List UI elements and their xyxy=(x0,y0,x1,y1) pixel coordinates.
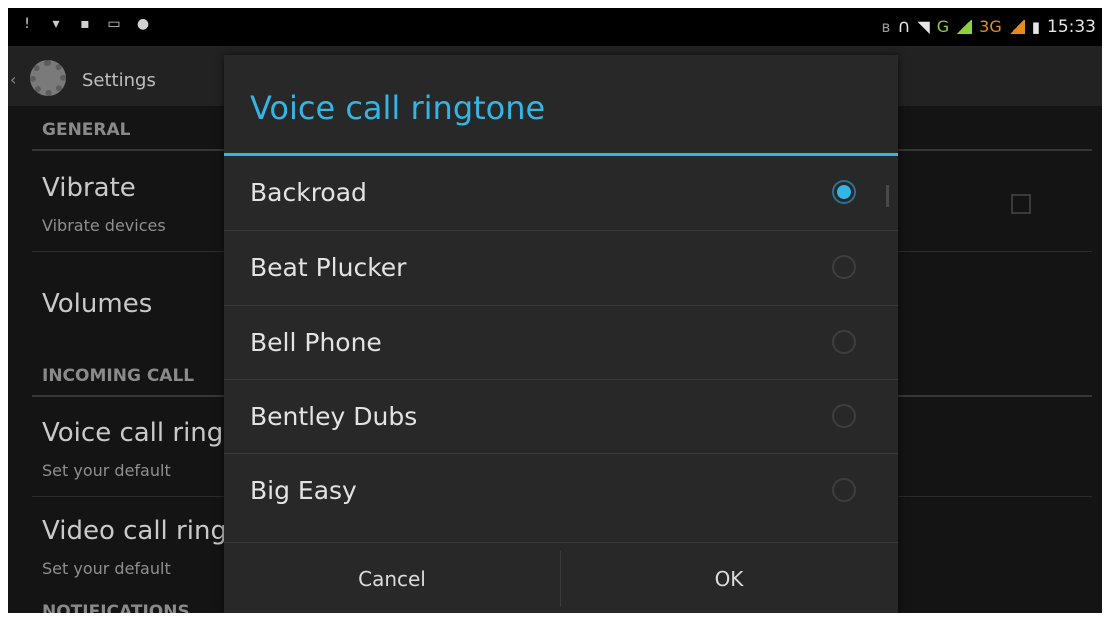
section-header-notifications: NOTIFICATIONS xyxy=(42,602,190,613)
radio-selected-icon[interactable] xyxy=(832,180,856,204)
ringtone-option-label: Bell Phone xyxy=(250,328,382,357)
lock-icon: ▪ xyxy=(80,16,90,32)
vibrate-checkbox[interactable] xyxy=(1011,194,1031,214)
ringtone-option-label: Bentley Dubs xyxy=(250,402,418,431)
network-3g-label: 3G xyxy=(979,17,1002,36)
status-bar: ! ▾ ▪ ▭ ● ʙ ∩ ◥ G 3G ▮ 15:33 xyxy=(8,8,1102,46)
battery-icon: ▮ xyxy=(1031,17,1040,36)
signal-3g-icon xyxy=(1008,19,1025,34)
ringtone-option[interactable]: Beat Plucker xyxy=(224,231,898,305)
status-time: 15:33 xyxy=(1047,16,1096,37)
dialog-title: Voice call ringtone xyxy=(250,89,546,127)
device-screen: ! ▾ ▪ ▭ ● ʙ ∩ ◥ G 3G ▮ 15:33 ‹ Settings … xyxy=(8,8,1102,613)
wifi-icon: ▾ xyxy=(52,16,60,32)
ringtone-option[interactable]: Bentley Dubs xyxy=(224,380,898,454)
signal-g-icon xyxy=(956,19,973,34)
radio-unselected-icon[interactable] xyxy=(832,404,856,428)
ringtone-option[interactable]: Bell Phone xyxy=(224,306,898,380)
back-caret-icon[interactable]: ‹ xyxy=(10,70,16,89)
wifi-signal-icon: ◥ xyxy=(917,17,930,36)
page-title: Settings xyxy=(82,70,156,91)
radio-unselected-icon[interactable] xyxy=(832,330,856,354)
setting-vibrate-summary: Vibrate devices xyxy=(42,216,166,235)
cancel-button[interactable]: Cancel xyxy=(224,543,560,613)
section-header-general: GENERAL xyxy=(42,120,131,140)
headset-icon: ∩ xyxy=(897,16,911,37)
settings-gear-icon[interactable] xyxy=(30,60,66,96)
radio-unselected-icon[interactable] xyxy=(832,478,856,502)
ringtone-option-label: Big Easy xyxy=(250,476,357,505)
notification-icons: ! ▾ ▪ ▭ ● xyxy=(20,16,150,32)
bluetooth-icon: ʙ xyxy=(881,17,891,36)
radio-unselected-icon[interactable] xyxy=(832,255,856,279)
ringtone-option-label: Backroad xyxy=(250,178,367,207)
system-icons: ʙ ∩ ◥ G 3G ▮ 15:33 xyxy=(882,16,1096,37)
setting-volumes-title[interactable]: Volumes xyxy=(42,289,152,319)
ringtone-option[interactable]: Big Easy xyxy=(224,454,898,528)
screenshot-icon: ▭ xyxy=(107,16,121,32)
ringtone-option[interactable]: Backroad xyxy=(224,156,898,230)
ok-button[interactable]: OK xyxy=(561,543,897,613)
section-header-incoming-call: INCOMING CALL xyxy=(42,366,195,386)
setting-video-summary: Set your default xyxy=(42,559,171,578)
setting-vibrate-title: Vibrate xyxy=(42,173,136,203)
scrollbar-thumb[interactable] xyxy=(886,185,889,207)
android-icon: ● xyxy=(136,16,150,32)
alert-icon: ! xyxy=(24,16,30,32)
setting-voice-summary: Set your default xyxy=(42,461,171,480)
network-g-label: G xyxy=(936,17,950,36)
ringtone-dialog: Voice call ringtone Backroad Beat Plucke… xyxy=(224,55,898,613)
ringtone-option-label: Beat Plucker xyxy=(250,253,407,282)
